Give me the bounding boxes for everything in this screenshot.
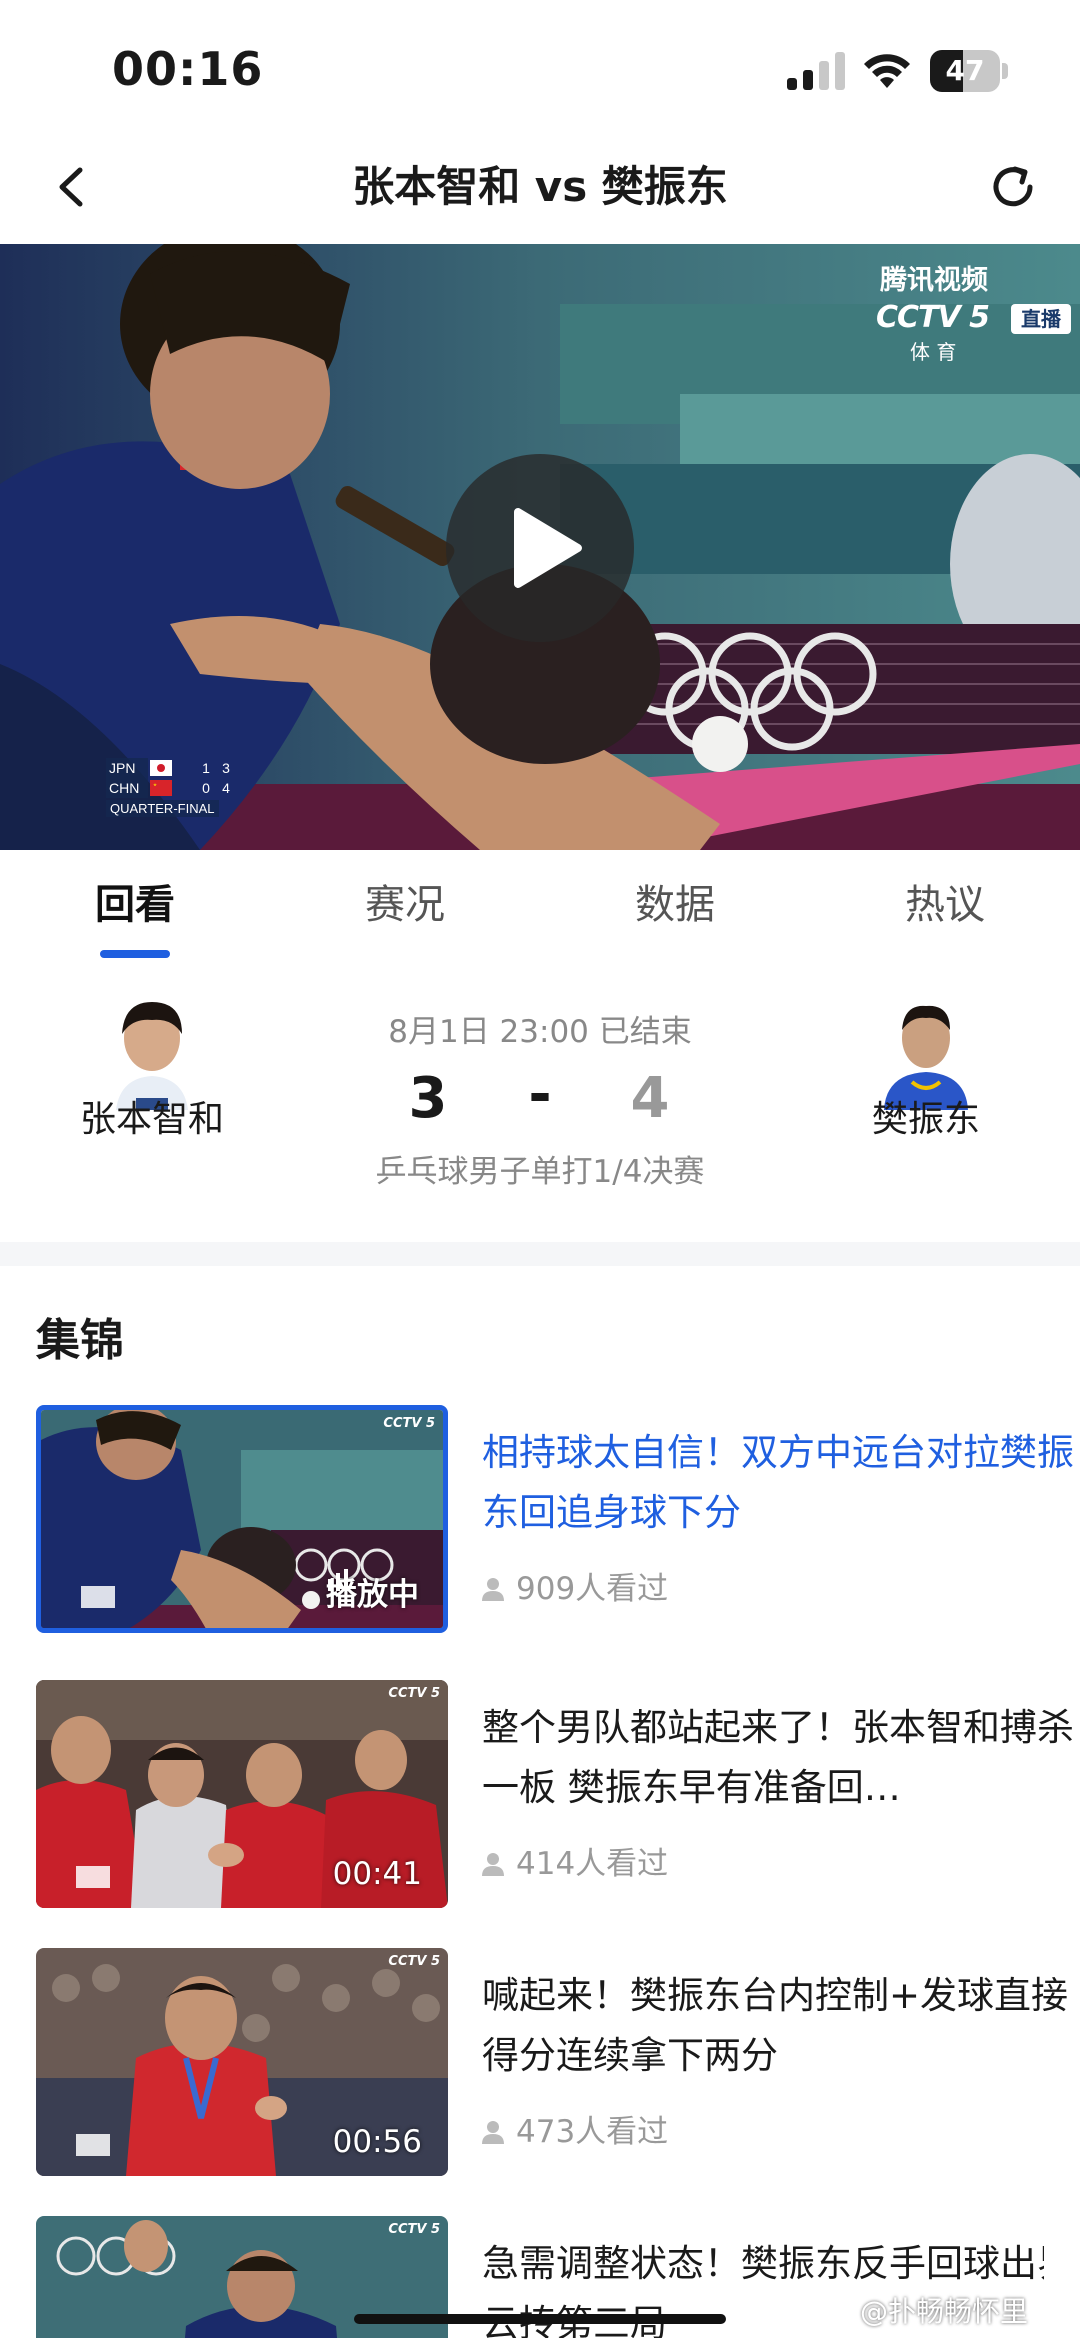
play-icon xyxy=(514,508,582,588)
match-info: 张本智和 樊振东 8月1日 23:00 已结束 3 - 4 乒乓球男子单打1/4… xyxy=(0,966,1080,1242)
status-bar: 00:16 47 xyxy=(0,0,1080,130)
battery-icon: 47 xyxy=(930,50,1008,92)
home-player-name[interactable]: 张本智和 xyxy=(32,1090,272,1142)
highlight-thumbnail[interactable]: CCTV 5 00:56 xyxy=(36,1948,448,2176)
thumbnail-cctv-logo: CCTV 5 xyxy=(388,2222,440,2237)
battery-level: 47 xyxy=(945,54,985,87)
highlight-title[interactable]: 喊起来！樊振东台内控制+发球直接得分连续拿下两分 xyxy=(482,1966,1080,2086)
highlight-title[interactable]: 相持球太自信！双方中远台对拉樊振东回追身球下分 xyxy=(482,1423,1080,1543)
highlight-item[interactable]: CCTV 5 00:41 整个男队都站起来了！张本智和搏杀一板 樊振东早有准备回… xyxy=(36,1680,1074,1908)
overlay-round: QUARTER-FINAL xyxy=(106,800,219,817)
away-score: 4 xyxy=(630,1066,670,1131)
video-duration: 00:56 xyxy=(332,2124,422,2160)
overlay-team-2-score-2: 4 xyxy=(222,780,230,796)
highlight-thumbnail[interactable]: CCTV 5 播放中 xyxy=(36,1405,448,1633)
home-indicator[interactable] xyxy=(354,2314,726,2324)
tab-stats[interactable]: 数据 xyxy=(540,850,810,966)
cctv-logo: CCTV 5 xyxy=(876,300,990,335)
thumbnail-cctv-logo: CCTV 5 xyxy=(388,1686,440,1701)
person-icon xyxy=(482,1578,504,1601)
channel-sub-label: 体 育 xyxy=(910,340,957,364)
nav-bar: 张本智和 vs 樊振东 xyxy=(0,130,1080,244)
overlay-team-2: CHN xyxy=(106,778,148,798)
tab-replay[interactable]: 回看 xyxy=(0,850,270,966)
views-count: 473人看过 xyxy=(516,2114,669,2150)
thumbnail-cctv-logo: CCTV 5 xyxy=(388,1954,440,1969)
weibo-watermark: @扑畅畅怀里 xyxy=(860,2295,1029,2328)
highlight-thumbnail[interactable]: CCTV 5 00:41 xyxy=(36,1680,448,1908)
person-icon xyxy=(482,1853,504,1876)
overlay-team-1-score-1: 1 xyxy=(202,760,210,776)
live-badge: 直播 xyxy=(1011,304,1071,334)
thumbnail-cctv-logo: CCTV 5 xyxy=(383,1416,435,1431)
japan-flag-icon xyxy=(150,760,172,776)
highlight-views: 909人看过 xyxy=(482,1563,668,1608)
match-event: 乒乓球男子单打1/4决赛 xyxy=(375,1154,705,1190)
video-player[interactable]: 腾讯视频 CCTV 5 直播 体 育 JPN 1 3 CHN 0 4 QUART… xyxy=(0,244,1080,850)
highlights-title: 集锦 xyxy=(36,1315,124,1366)
match-date-status: 8月1日 23:00 已结束 xyxy=(388,1014,692,1050)
tencent-video-logo: 腾讯视频 xyxy=(880,265,988,296)
highlight-title[interactable]: 整个男队都站起来了！张本智和搏杀一板 樊振东早有准备回… xyxy=(482,1698,1080,1818)
tab-live-status[interactable]: 赛况 xyxy=(270,850,540,966)
equalizer-icon xyxy=(328,1569,348,1591)
refresh-button[interactable] xyxy=(978,152,1048,222)
home-score: 3 xyxy=(408,1066,448,1131)
page-title: 张本智和 vs 樊振东 xyxy=(352,162,728,211)
highlight-item[interactable]: CCTV 5 播放中 相持球太自信！双方中远台对拉樊振东回追身球下分 909人看… xyxy=(36,1405,1074,1633)
overlay-team-1-score-2: 3 xyxy=(222,760,230,776)
wifi-icon xyxy=(864,54,910,88)
play-button[interactable] xyxy=(446,454,634,642)
now-playing-badge: 播放中 xyxy=(326,1569,419,1614)
video-score-overlay: JPN 1 3 CHN 0 4 QUARTER-FINAL xyxy=(106,758,236,818)
thumbnail-score-overlay xyxy=(76,2134,110,2156)
tab-active-indicator xyxy=(100,950,170,958)
overlay-team-1: JPN xyxy=(106,758,148,778)
views-count: 909人看过 xyxy=(516,1571,669,1607)
away-player-name[interactable]: 樊振东 xyxy=(806,1090,1046,1142)
status-time: 00:16 xyxy=(112,42,264,96)
section-divider xyxy=(0,1242,1080,1266)
back-button[interactable] xyxy=(36,152,106,222)
tab-bar: 回看 赛况 数据 热议 xyxy=(0,850,1080,966)
broadcaster-logo: 腾讯视频 CCTV 5 直播 体 育 xyxy=(876,250,1076,364)
score-separator: - xyxy=(528,1062,552,1127)
views-count: 414人看过 xyxy=(516,1846,669,1882)
video-duration: 00:41 xyxy=(332,1856,422,1892)
highlight-views: 414人看过 xyxy=(482,1838,668,1883)
china-flag-icon xyxy=(150,780,172,796)
thumbnail-score-overlay xyxy=(81,1586,115,1608)
cellular-signal-icon xyxy=(787,52,845,90)
tab-discussion[interactable]: 热议 xyxy=(810,850,1080,966)
overlay-team-2-score-1: 0 xyxy=(202,780,210,796)
highlight-item[interactable]: CCTV 5 00:56 喊起来！樊振东台内控制+发球直接得分连续拿下两分 47… xyxy=(36,1948,1068,2176)
person-icon xyxy=(482,2121,504,2144)
highlight-views: 473人看过 xyxy=(482,2106,668,2151)
thumbnail-score-overlay xyxy=(76,1866,110,1888)
